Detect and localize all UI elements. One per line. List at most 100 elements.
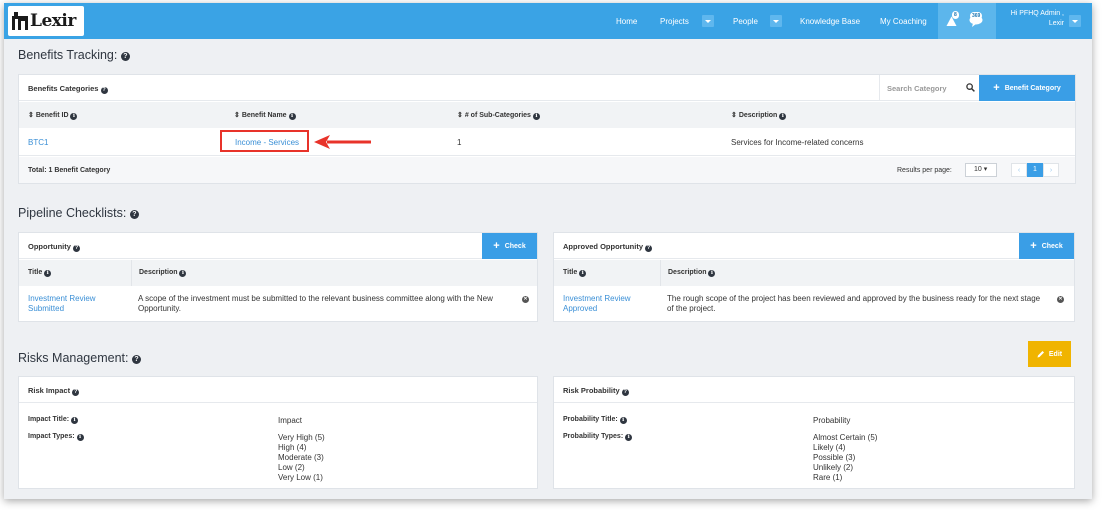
nav-my-coaching-label: My Coaching — [880, 16, 927, 26]
nav-projects-dropdown[interactable] — [702, 3, 714, 39]
approved-title-label: Approved Opportunity — [563, 242, 643, 251]
nav-knowledge-base-label: Knowledge Base — [800, 16, 861, 26]
remove-icon[interactable]: ✕ — [522, 296, 529, 303]
user-greeting: Hi PFHQ Admin , — [1010, 10, 1064, 17]
nav-people-dropdown[interactable] — [770, 3, 782, 39]
info-icon[interactable]: i — [44, 270, 52, 277]
nav-projects[interactable]: Projects — [660, 3, 689, 39]
info-icon[interactable]: i — [288, 113, 296, 120]
add-check-button[interactable]: + Check — [482, 233, 537, 259]
remove-icon[interactable]: ✕ — [1057, 296, 1064, 303]
add-check-button[interactable]: + Check — [1019, 233, 1074, 259]
pencil-icon — [1037, 351, 1044, 358]
info-icon[interactable]: i — [579, 270, 587, 277]
info-icon[interactable]: i — [179, 270, 187, 277]
risk-probability-title: Risk Probability ? — [563, 386, 629, 396]
info-icon[interactable]: i — [625, 434, 633, 441]
list-item: Unlikely (2) — [813, 463, 854, 472]
probability-title-label-text: Probability Title: — [563, 416, 618, 423]
col-benefit-name[interactable]: ⇕ Benefit Name i — [234, 111, 296, 120]
info-icon[interactable]: i — [779, 113, 787, 120]
help-icon[interactable]: ? — [73, 245, 81, 252]
risk-probability-panel: Risk Probability ? Probability Title: i … — [553, 376, 1075, 489]
edit-risks-button[interactable]: Edit — [1028, 341, 1071, 367]
nav-my-coaching[interactable]: My Coaching — [880, 3, 927, 39]
help-icon[interactable]: ? — [645, 245, 653, 252]
info-icon[interactable]: i — [708, 270, 716, 277]
caret-down-icon: ▾ — [981, 166, 988, 173]
help-icon[interactable]: ? — [72, 389, 80, 396]
pipeline-section-label: Pipeline Checklists: — [18, 206, 127, 220]
impact-types-label-text: Impact Types: — [28, 433, 75, 440]
checklist-item-title-link[interactable]: Investment Review Submitted — [28, 294, 123, 314]
per-page-value: 10 — [974, 166, 982, 173]
info-icon[interactable]: i — [76, 434, 84, 441]
add-benefit-category-button[interactable]: + Benefit Category — [979, 75, 1075, 101]
help-icon[interactable]: ? — [131, 355, 141, 364]
user-org: Lexir — [1048, 20, 1064, 27]
user-menu-dropdown[interactable] — [1069, 3, 1081, 39]
risk-impact-title: Risk Impact ? — [28, 386, 80, 396]
benefit-name-link[interactable]: Income - Services — [235, 138, 299, 147]
help-icon[interactable]: ? — [100, 87, 108, 94]
checklist-item-title-link[interactable]: Investment Review Approved — [563, 294, 653, 314]
prev-page-icon[interactable]: ‹ — [1011, 163, 1027, 177]
help-icon[interactable]: ? — [621, 389, 629, 396]
alerts-badge: 8 — [952, 11, 959, 19]
list-item: Low (2) — [278, 463, 305, 472]
col-subcategories[interactable]: ⇕ # of Sub-Categories i — [457, 111, 540, 120]
search-category-field[interactable]: Search Category — [879, 75, 979, 101]
nav-people[interactable]: People — [733, 3, 758, 39]
nav-home[interactable]: Home — [616, 3, 637, 39]
logo[interactable]: Lexir — [8, 6, 84, 36]
list-item: Investment Review Submitted A scope of t… — [19, 286, 537, 321]
help-icon[interactable]: ? — [120, 52, 130, 61]
impact-title-value: Impact — [278, 416, 303, 425]
search-icon[interactable] — [966, 83, 975, 92]
col-benefit-id[interactable]: ⇕ Benefit ID i — [28, 111, 78, 120]
probability-types-label-text: Probability Types: — [563, 433, 624, 440]
col-description-label: Description — [668, 269, 707, 276]
impact-types-label: Impact Types: i — [28, 433, 84, 441]
nav-knowledge-base[interactable]: Knowledge Base — [800, 3, 860, 39]
add-check-label: Check — [1041, 242, 1063, 250]
pagination: ‹ 1 › — [1011, 163, 1059, 177]
nav-people-label: People — [733, 16, 758, 26]
probability-types-list: Almost Certain (5) Likely (4) Possible (… — [813, 433, 877, 483]
list-item: Investment Review Approved The rough sco… — [554, 286, 1074, 321]
info-icon[interactable]: i — [532, 113, 540, 120]
edit-risks-label: Edit — [1048, 350, 1063, 358]
col-description[interactable]: ⇕ Description i — [731, 111, 787, 120]
benefits-categories-panel: Benefits Categories ? Search Category + … — [18, 74, 1076, 184]
approved-table-header: Title i Description i — [554, 260, 1074, 286]
page-number-current[interactable]: 1 — [1027, 163, 1043, 177]
risk-impact-header: Risk Impact ? — [19, 377, 537, 403]
info-icon[interactable]: i — [619, 417, 627, 424]
help-icon[interactable]: ? — [129, 210, 139, 219]
user-menu[interactable]: Hi PFHQ Admin , Lexir — [1002, 9, 1064, 29]
col-title-label: Title — [563, 269, 578, 276]
info-icon[interactable]: i — [70, 113, 78, 120]
opportunity-panel-title: Opportunity ? — [28, 242, 81, 252]
risk-probability-header: Risk Probability ? — [554, 377, 1074, 403]
messages-badge: 369 — [970, 12, 983, 20]
search-input[interactable]: Search Category — [887, 84, 947, 93]
next-page-icon[interactable]: › — [1043, 163, 1059, 177]
per-page-select[interactable]: 10 ▾ — [965, 163, 997, 177]
impact-types-list: Very High (5) High (4) Moderate (3) Low … — [278, 433, 325, 483]
col-description: Description i — [131, 260, 187, 286]
sort-icon: ⇕ — [731, 112, 737, 119]
benefits-section-label: Benefits Tracking: — [18, 48, 118, 62]
plus-icon: + — [993, 82, 1000, 94]
risk-probability-title-label: Risk Probability — [563, 386, 620, 395]
probability-title-value: Probability — [813, 416, 851, 425]
list-item: Likely (4) — [813, 443, 846, 452]
checklist-item-description: The rough scope of the project has been … — [667, 294, 1041, 313]
probability-title-label: Probability Title: i — [563, 416, 627, 424]
list-item: High (4) — [278, 443, 307, 452]
info-icon[interactable]: i — [71, 417, 79, 424]
add-check-label: Check — [504, 242, 526, 250]
benefit-id-link[interactable]: BTC1 — [28, 138, 48, 147]
chevron-down-icon — [1069, 15, 1081, 27]
col-benefit-id-label: Benefit ID — [35, 112, 69, 119]
